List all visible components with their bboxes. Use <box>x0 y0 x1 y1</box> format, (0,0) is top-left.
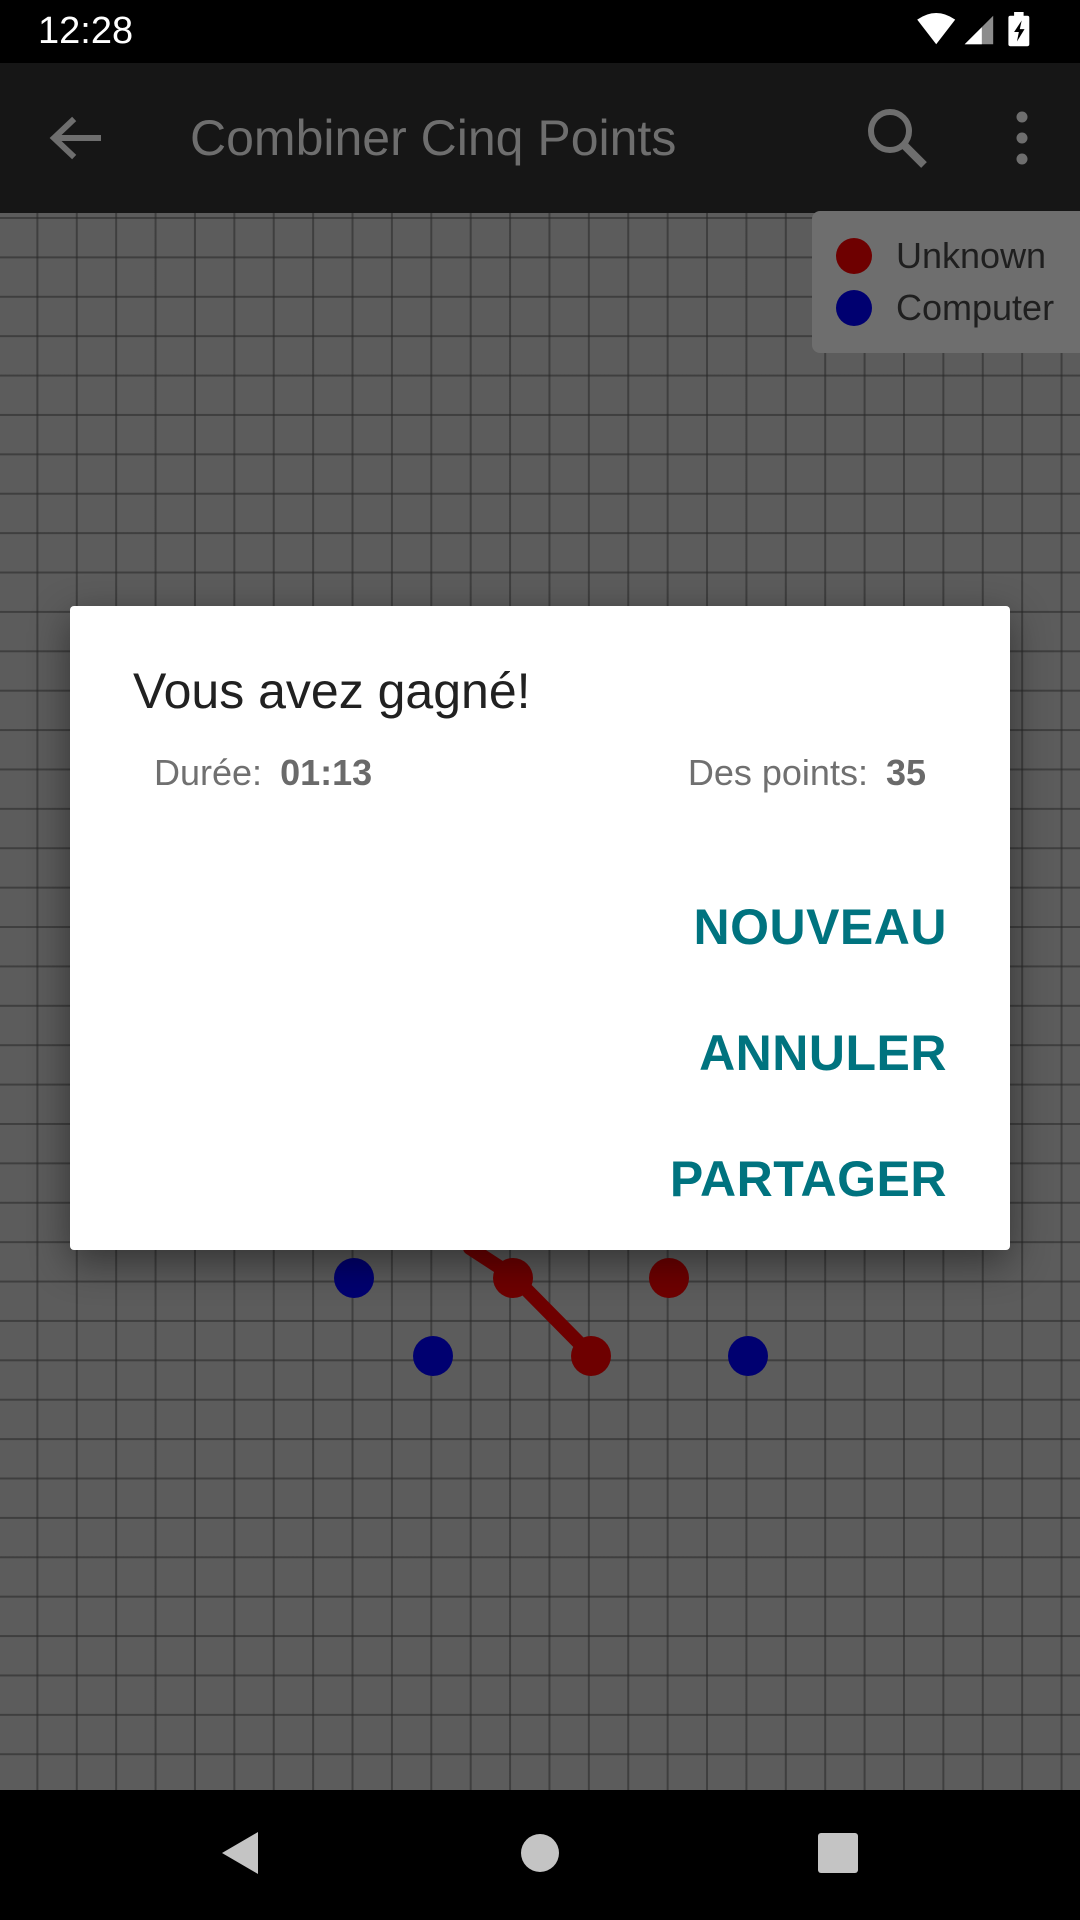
blue-piece <box>413 1336 453 1376</box>
legend-item-unknown: Unknown <box>836 234 1046 278</box>
player-legend: Unknown Computer <box>812 211 1080 353</box>
red-piece <box>571 1336 611 1376</box>
points-label: Des points: <box>687 752 868 793</box>
screen: 12:28 Combiner Cinq Points Unknown Compu… <box>0 0 1080 1920</box>
blue-piece <box>334 1258 374 1298</box>
win-dialog: Vous avez gagné! Durée: 01:13 Des points:… <box>70 606 1010 1250</box>
status-bar: 12:28 <box>0 0 1080 63</box>
battery-charging-icon <box>1008 12 1030 47</box>
points-value: 35 <box>885 752 926 793</box>
red-dot-icon <box>836 238 872 274</box>
duration-stat: Durée: 01:13 <box>154 752 372 794</box>
legend-label: Unknown <box>896 235 1047 276</box>
blue-dot-icon <box>836 290 872 326</box>
more-vert-icon[interactable] <box>1000 103 1044 173</box>
wifi-icon <box>917 12 956 45</box>
dialog-title: Vous avez gagné! <box>133 663 531 719</box>
duration-value: 01:13 <box>280 752 373 793</box>
new-game-button[interactable]: NOUVEAU <box>693 898 947 956</box>
app-title: Combiner Cinq Points <box>190 110 677 166</box>
cancel-button[interactable]: ANNULER <box>699 1024 947 1082</box>
duration-label: Durée: <box>154 752 263 793</box>
recents-square-icon[interactable] <box>803 1818 873 1888</box>
back-arrow-icon[interactable] <box>40 103 110 173</box>
share-button[interactable]: PARTAGER <box>670 1150 947 1208</box>
status-icons <box>917 12 1030 47</box>
legend-label: Computer <box>896 287 1055 328</box>
points-stat: Des points: 35 <box>688 752 926 794</box>
status-time: 12:28 <box>38 10 134 52</box>
blue-piece <box>728 1336 768 1376</box>
legend-item-computer: Computer <box>836 286 1054 330</box>
back-triangle-icon[interactable] <box>204 1818 274 1888</box>
search-icon[interactable] <box>862 103 932 173</box>
app-bar: Combiner Cinq Points <box>0 63 1080 219</box>
red-piece <box>493 1258 533 1298</box>
home-circle-icon[interactable] <box>505 1818 575 1888</box>
cell-signal-icon <box>964 15 994 45</box>
red-piece <box>649 1258 689 1298</box>
system-nav-bar <box>0 1790 1080 1920</box>
